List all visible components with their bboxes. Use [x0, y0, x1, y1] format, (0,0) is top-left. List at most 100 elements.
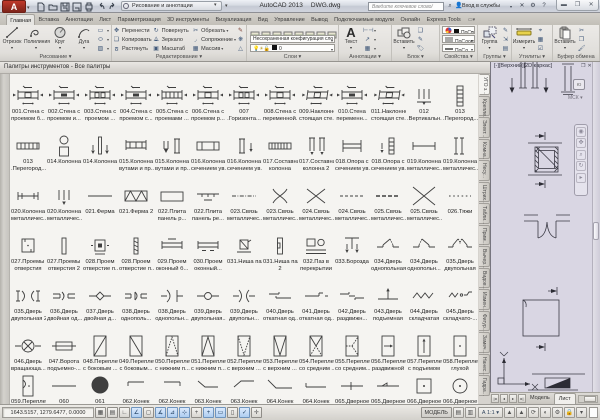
palette-item[interactable]: 027.Проемы иотверстия — [10, 233, 46, 273]
model-space-button[interactable]: МОДЕЛЬ — [421, 407, 452, 418]
palette-tab-2[interactable]: Крепле... — [479, 96, 490, 117]
palette-item[interactable]: 054.Переплетсо средним ... — [298, 333, 334, 373]
quick-view-drawings-icon[interactable]: ▥ — [465, 407, 476, 418]
palette-tab-9[interactable]: Вычер... — [479, 246, 490, 267]
palette-item[interactable]: 015.Колонна свутами и пр... — [154, 133, 190, 173]
layer-tool-icon[interactable] — [272, 26, 282, 34]
palette-item[interactable]: 029.Проемоконный б... — [154, 233, 190, 273]
palette-item[interactable]: 055.Переплетсо средним... — [334, 333, 370, 373]
osnap-toggle[interactable]: ◻ — [143, 407, 154, 418]
palette-item[interactable]: 034.Дверьоднопольная — [370, 233, 406, 273]
pan-icon[interactable]: ✥ — [576, 138, 586, 148]
grid-toggle[interactable]: ▤ — [107, 407, 118, 418]
sc-toggle[interactable]: ▯ — [227, 407, 238, 418]
close-button[interactable]: ✕ — [584, 0, 598, 10]
palette-item[interactable]: 065.Дверное — [334, 373, 370, 404]
palette-item[interactable]: 027.Проемы иотверстия 2 — [46, 233, 82, 273]
help-icon[interactable]: ? — [540, 2, 548, 11]
mirror-button[interactable]: ⟁Зеркало — [152, 35, 191, 44]
move-button[interactable]: ✥Перенести — [112, 26, 152, 35]
rectangle-button[interactable]: ▭▾ — [96, 26, 109, 35]
ribbon-tab-параметризация[interactable]: Параметризация — [114, 14, 164, 25]
palette-item[interactable]: 035.Дверьдвупольная 2 — [10, 283, 46, 323]
palette-item[interactable]: 018.Опора ссечением ув... — [370, 133, 406, 173]
palette-item[interactable]: 015.Колонна свутами и пр... — [118, 133, 154, 173]
layers-panel-title[interactable]: Слои ▾ — [247, 53, 338, 61]
dyn-toggle[interactable]: ⊹ — [179, 407, 190, 418]
layer-tool-icon[interactable] — [250, 26, 260, 34]
palette-item[interactable]: 025.Связьметалличес... — [370, 183, 406, 223]
ribbon-tab-аннотации[interactable]: Аннотации — [62, 14, 96, 25]
ortho-toggle[interactable]: ∟ — [119, 407, 130, 418]
workspace-switch-icon[interactable]: ⚙ — [552, 407, 563, 418]
palette-item[interactable]: 022.Плитапанель р... — [154, 183, 190, 223]
search-binoculars-icon[interactable]: ⌕ — [446, 2, 454, 11]
showmotion-icon[interactable]: ▸ — [576, 173, 586, 183]
signin-button[interactable]: Вход в службы — [462, 2, 500, 11]
annotation-scale-button[interactable]: А 1:1 ▾ — [478, 407, 503, 418]
create-block-button[interactable]: ❑ — [416, 26, 426, 35]
communication-icon[interactable]: ⚙ — [529, 2, 537, 11]
last-tab-arrow-icon[interactable]: ▸| — [518, 394, 526, 403]
quick-view-layouts-icon[interactable]: ▤ — [453, 407, 464, 418]
palette-item[interactable]: 014.Колонна 2 — [82, 133, 118, 166]
rotate-button[interactable]: ↻Повернуть — [152, 26, 191, 35]
otrack-toggle[interactable]: ∡ — [155, 407, 166, 418]
palette-item[interactable]: 024.Связьметалличес... — [334, 183, 370, 223]
viewcube[interactable]: Ю — [573, 79, 585, 90]
palette-item[interactable]: 032.Паз вперекрытии — [298, 233, 334, 273]
palette-item[interactable]: 058.Переплетглухой — [442, 333, 478, 373]
palette-item[interactable]: 038.Дверьоднополь... — [118, 283, 154, 323]
trim-button[interactable]: ✂Обрезать▾ — [191, 26, 236, 35]
palette-item[interactable]: 026.Тяжи — [442, 183, 478, 216]
group-button[interactable]: Группа▾ — [478, 25, 501, 50]
search-input[interactable]: Введите ключевое слово/фразу — [368, 2, 444, 11]
status-menu-arrow-icon[interactable]: ▾ — [576, 407, 587, 418]
layer-tool-icon[interactable] — [261, 26, 271, 34]
table-button[interactable]: ▦▾ — [363, 44, 376, 53]
arc-button[interactable]: Дуга▾ — [72, 25, 96, 50]
palette-item[interactable]: 066.Дверное — [442, 373, 478, 404]
group-manager-button[interactable]: ▤ — [501, 44, 511, 53]
palette-tab-14[interactable]: Нанес... — [479, 354, 490, 375]
palette-item[interactable]: 028.Проемотверстие п... — [82, 233, 118, 273]
text-button[interactable]: AТекст▾ — [339, 25, 363, 50]
palette-item[interactable]: 017.Составнаяколонна — [262, 133, 298, 173]
isolate-objects-icon[interactable]: ◐ — [540, 407, 551, 418]
palette-item[interactable]: 057.Переплетс подъемом — [406, 333, 442, 373]
palette-tab-10[interactable]: Видов... — [479, 268, 490, 289]
palette-grip-bar[interactable] — [0, 74, 10, 404]
palette-item[interactable]: 024.Связьметалличес... — [298, 183, 334, 223]
layer-tool-icon[interactable] — [294, 26, 304, 34]
palette-item[interactable]: 004.Стена спроемом с... — [118, 83, 154, 123]
layer-tool-icon[interactable] — [283, 26, 293, 34]
ribbon-tab-онлайн[interactable]: Онлайн — [397, 14, 423, 25]
palette-item[interactable]: 042.Дверьраздвижн... — [334, 283, 370, 323]
fillet-button[interactable]: ◞Сопряжение▾ — [191, 35, 236, 44]
palette-item[interactable]: 007.Горизонта... — [226, 83, 262, 123]
hatch-button[interactable]: ▨▾ — [96, 44, 109, 53]
canvas-scrollbar-thumb[interactable] — [593, 222, 599, 240]
layer-combo[interactable]: 💡☀🔓0▾ — [250, 44, 335, 52]
palette-tab-5[interactable]: Несу... — [479, 160, 490, 181]
polyline-button[interactable]: Полилиния▾ — [24, 25, 48, 50]
layout-tab[interactable]: Лист — [554, 393, 576, 404]
palette-item[interactable]: 009.Наклонностоящая сте... — [298, 83, 334, 123]
palette-item[interactable]: 013.Перегород... — [10, 133, 46, 173]
palette-item[interactable]: 010.Стенапеременн... — [334, 83, 370, 123]
palette-item[interactable]: 028.Проемотверстие п... — [118, 233, 154, 273]
annotation-panel-title[interactable]: Аннотации ▾ — [339, 53, 391, 61]
palette-item[interactable]: 061 — [82, 373, 118, 404]
ribbon-tab-вид[interactable]: Вид — [255, 14, 271, 25]
palette-item[interactable]: 021.Ферма 2 — [118, 183, 154, 216]
paste-button[interactable]: Вставить▾ — [553, 25, 577, 50]
utilities-panel-title[interactable]: Утилиты ▾ — [512, 53, 552, 61]
first-tab-arrow-icon[interactable]: |◂ — [491, 394, 499, 403]
palette-item[interactable]: 016.Колонна ссечением ув... — [190, 133, 226, 173]
quick-calc-button[interactable]: ▦ — [536, 35, 546, 44]
ungroup-button[interactable]: ✎ — [501, 26, 511, 35]
palette-tab-6[interactable]: Штрих... — [479, 182, 490, 203]
palette-item[interactable]: 064.Конек — [298, 373, 334, 404]
modify-panel-title[interactable]: Редактирование ▾ — [112, 53, 246, 61]
palette-tab-8[interactable]: Прим... — [479, 225, 490, 246]
